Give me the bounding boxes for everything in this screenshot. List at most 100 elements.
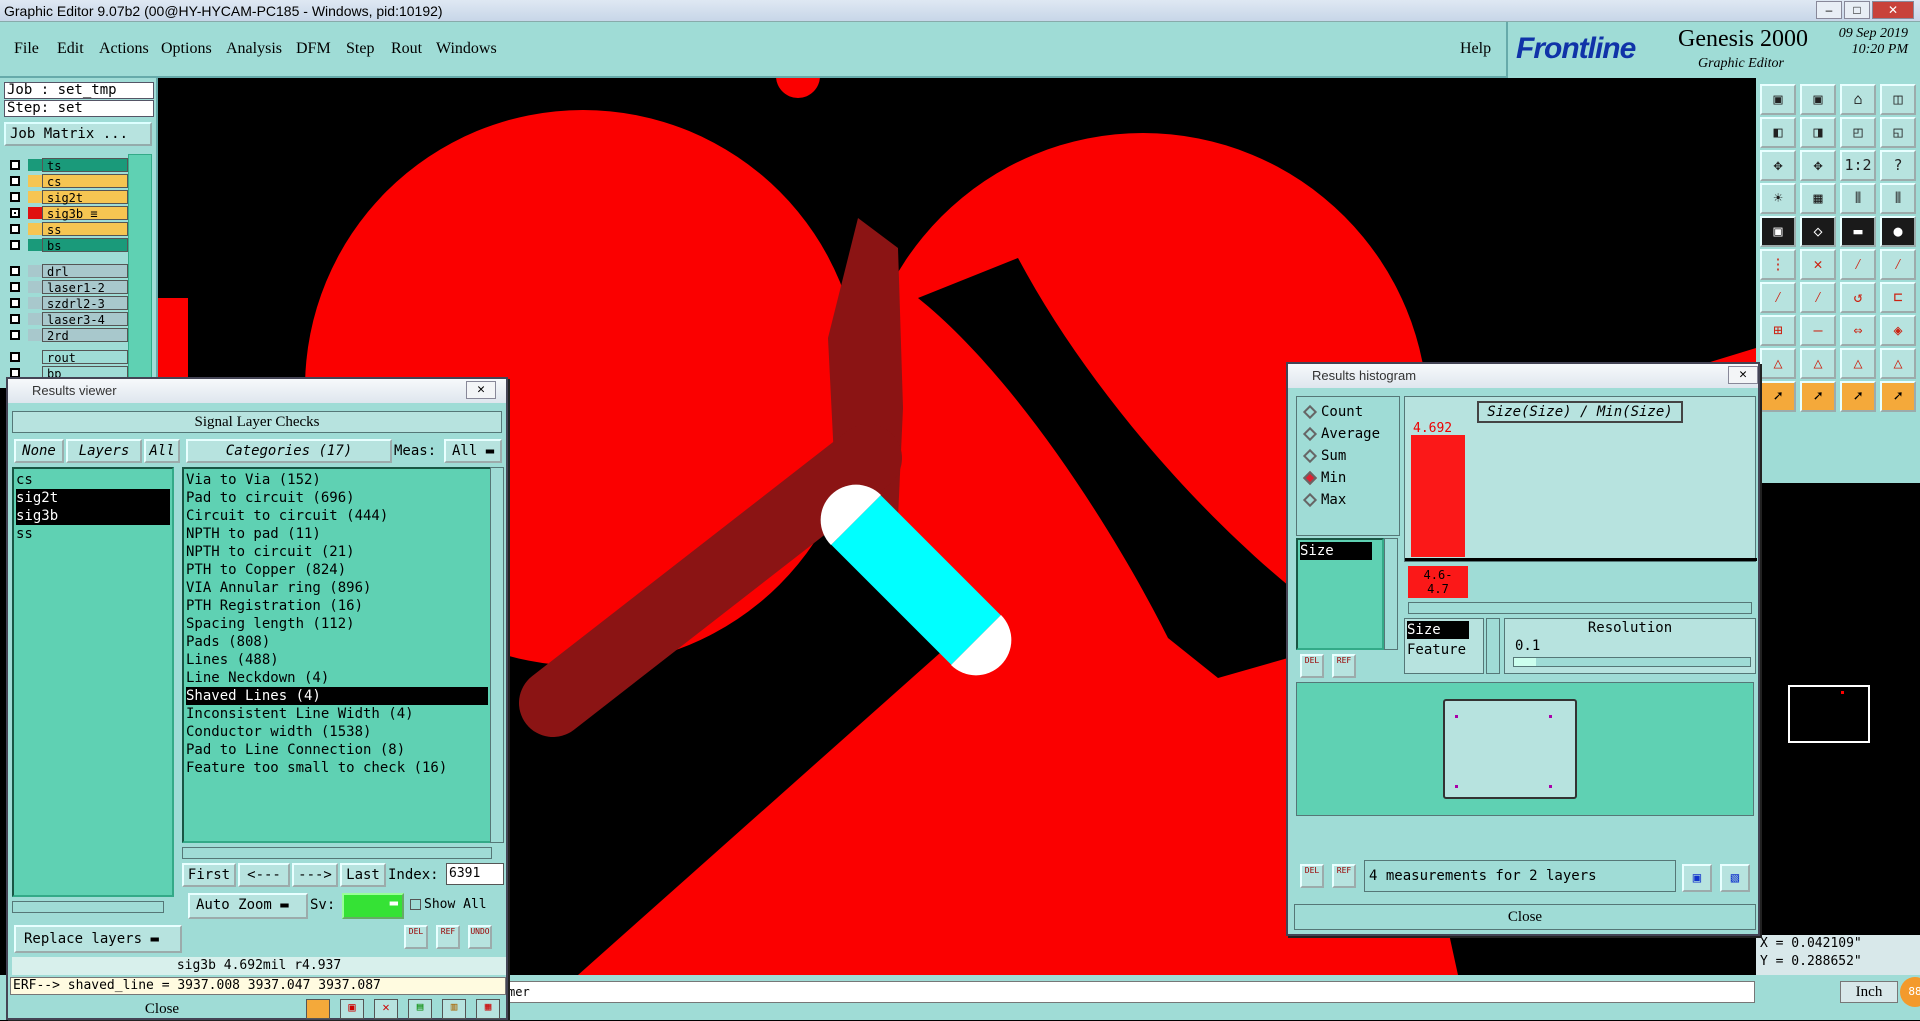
layer-name[interactable]: sig3b ≡: [42, 206, 128, 221]
layer-name[interactable]: ts: [42, 158, 128, 173]
layer-checkbox[interactable]: [10, 282, 20, 292]
open-icon[interactable]: ▣: [1760, 84, 1796, 115]
attr-feature[interactable]: Feature: [1407, 641, 1481, 659]
summary-del-button[interactable]: DEL: [1300, 864, 1324, 888]
layer-name[interactable]: cs: [42, 174, 128, 189]
bracket-icon[interactable]: ⊏: [1880, 282, 1916, 313]
layer-row-cs[interactable]: cs: [6, 174, 128, 189]
categories-button[interactable]: Categories (17): [186, 439, 392, 463]
triangle-d-icon[interactable]: △: [1880, 348, 1916, 379]
triangle-a-icon[interactable]: △: [1760, 348, 1796, 379]
zoom-pan-icon[interactable]: ✥: [1800, 150, 1836, 181]
sv-color-select[interactable]: ▬: [342, 893, 404, 919]
layer-checkbox[interactable]: [10, 352, 20, 362]
circle-icon[interactable]: ●: [1880, 216, 1916, 247]
histogram-close-x[interactable]: ✕: [1728, 366, 1758, 384]
layer-color-swatch[interactable]: [28, 329, 42, 341]
category-item[interactable]: Lines (488): [186, 651, 488, 669]
prev-button[interactable]: <---: [238, 863, 290, 887]
layer-checkbox[interactable]: [10, 330, 20, 340]
histogram-close-button[interactable]: Close: [1294, 904, 1756, 930]
none-button[interactable]: None: [14, 439, 64, 463]
ref-button[interactable]: REF: [436, 925, 460, 949]
zoom-fit-icon[interactable]: ✥: [1760, 150, 1796, 181]
maximize-button[interactable]: □: [1844, 1, 1870, 19]
layer-checkbox[interactable]: [10, 240, 20, 250]
category-item[interactable]: NPTH to pad (11): [186, 525, 488, 543]
layer-checkbox[interactable]: [10, 176, 20, 186]
last-button[interactable]: Last: [340, 863, 386, 887]
layer-name[interactable]: 2rd: [42, 328, 128, 343]
zoom-ratio-icon[interactable]: 1:2: [1840, 150, 1876, 181]
layer-color-swatch[interactable]: [28, 159, 42, 171]
layer-color-swatch[interactable]: [28, 239, 42, 251]
layer-row-2rd[interactable]: 2rd: [6, 328, 128, 343]
layer-checkbox[interactable]: [10, 298, 20, 308]
histogram-list[interactable]: Size: [1296, 538, 1384, 650]
layer-row-laser3-4[interactable]: laser3-4: [6, 312, 128, 327]
tool-icon-c[interactable]: ✕: [374, 999, 398, 1019]
layer-row-ts[interactable]: ts: [6, 158, 128, 173]
layer-row-ss[interactable]: ss: [6, 222, 128, 237]
menu-analysis[interactable]: Analysis: [226, 40, 282, 58]
layer-row-drl[interactable]: drl: [6, 264, 128, 279]
layer-color-swatch[interactable]: [28, 297, 42, 309]
menu-options[interactable]: Options: [161, 40, 212, 58]
mode-max-radio[interactable]: Max: [1302, 491, 1346, 509]
arc-icon[interactable]: ↺: [1840, 282, 1876, 313]
connect-a-icon[interactable]: ⁄: [1840, 249, 1876, 280]
result-layer-item[interactable]: sig2t: [16, 489, 170, 507]
line-icon[interactable]: ▬: [1840, 216, 1876, 247]
mini-map[interactable]: [1756, 483, 1920, 935]
layer-name[interactable]: szdrl2-3: [42, 296, 128, 311]
del-button[interactable]: DEL: [404, 925, 428, 949]
layer-checkbox[interactable]: [10, 314, 20, 324]
first-button[interactable]: First: [182, 863, 236, 887]
category-item[interactable]: Inconsistent Line Width (4): [186, 705, 488, 723]
results-close-button[interactable]: Close: [12, 997, 312, 1021]
meas-select[interactable]: All ▬: [444, 439, 502, 463]
panel-b-icon[interactable]: ◱: [1880, 117, 1916, 148]
layer-color-swatch[interactable]: [28, 265, 42, 277]
layer-row-sig2t[interactable]: sig2t: [6, 190, 128, 205]
menu-rout[interactable]: Rout: [391, 40, 422, 58]
result-layer-item[interactable]: ss: [16, 525, 170, 543]
layer-name[interactable]: rout: [42, 350, 128, 365]
tool-icon-f[interactable]: ▦: [476, 999, 500, 1019]
replace-layers-select[interactable]: Replace layers ▬: [14, 925, 182, 953]
layer-name[interactable]: bs: [42, 238, 128, 253]
category-item[interactable]: Pads (808): [186, 633, 488, 651]
menu-help[interactable]: Help: [1460, 40, 1491, 58]
layer-row-sig3b[interactable]: sig3b ≡: [6, 206, 128, 221]
net-icon[interactable]: ⋮: [1760, 249, 1796, 280]
layer-checkbox[interactable]: [10, 266, 20, 276]
histogram-list-selected[interactable]: Size: [1300, 542, 1372, 560]
attribute-list[interactable]: Size Feature: [1404, 618, 1484, 674]
histogram-del-button[interactable]: DEL: [1300, 654, 1324, 678]
category-item[interactable]: Circuit to circuit (444): [186, 507, 488, 525]
triangle-b-icon[interactable]: △: [1800, 348, 1836, 379]
tool-icon-a[interactable]: [306, 999, 330, 1019]
minimize-button[interactable]: –: [1816, 1, 1842, 19]
layer-next-icon[interactable]: ◨: [1800, 117, 1836, 148]
distance-icon[interactable]: ⇔: [1840, 315, 1876, 346]
undo-button[interactable]: UNDO: [468, 925, 492, 949]
layer-name[interactable]: ss: [42, 222, 128, 237]
histogram-print-icon[interactable]: ▧: [1720, 864, 1750, 892]
layer-color-swatch[interactable]: [28, 207, 42, 219]
layer-color-swatch[interactable]: [28, 191, 42, 203]
shape-icon[interactable]: ◇: [1800, 216, 1836, 247]
layer-color-swatch[interactable]: [28, 351, 42, 363]
menu-dfm[interactable]: DFM: [296, 40, 331, 58]
select-c-icon[interactable]: ➚: [1840, 381, 1876, 412]
layer-name[interactable]: laser3-4: [42, 312, 128, 327]
window-icon[interactable]: ◫: [1880, 84, 1916, 115]
notification-badge[interactable]: 88: [1900, 977, 1920, 1007]
draw-slash-icon[interactable]: ⁄: [1800, 282, 1836, 313]
layer-checkbox[interactable]: [10, 224, 20, 234]
category-item[interactable]: Via to Via (152): [186, 471, 488, 489]
cross-icon[interactable]: ✕: [1800, 249, 1836, 280]
tool-icon-d[interactable]: ▤: [408, 999, 432, 1019]
save-icon[interactable]: ▣: [1800, 84, 1836, 115]
layer-checkbox[interactable]: [10, 160, 20, 170]
